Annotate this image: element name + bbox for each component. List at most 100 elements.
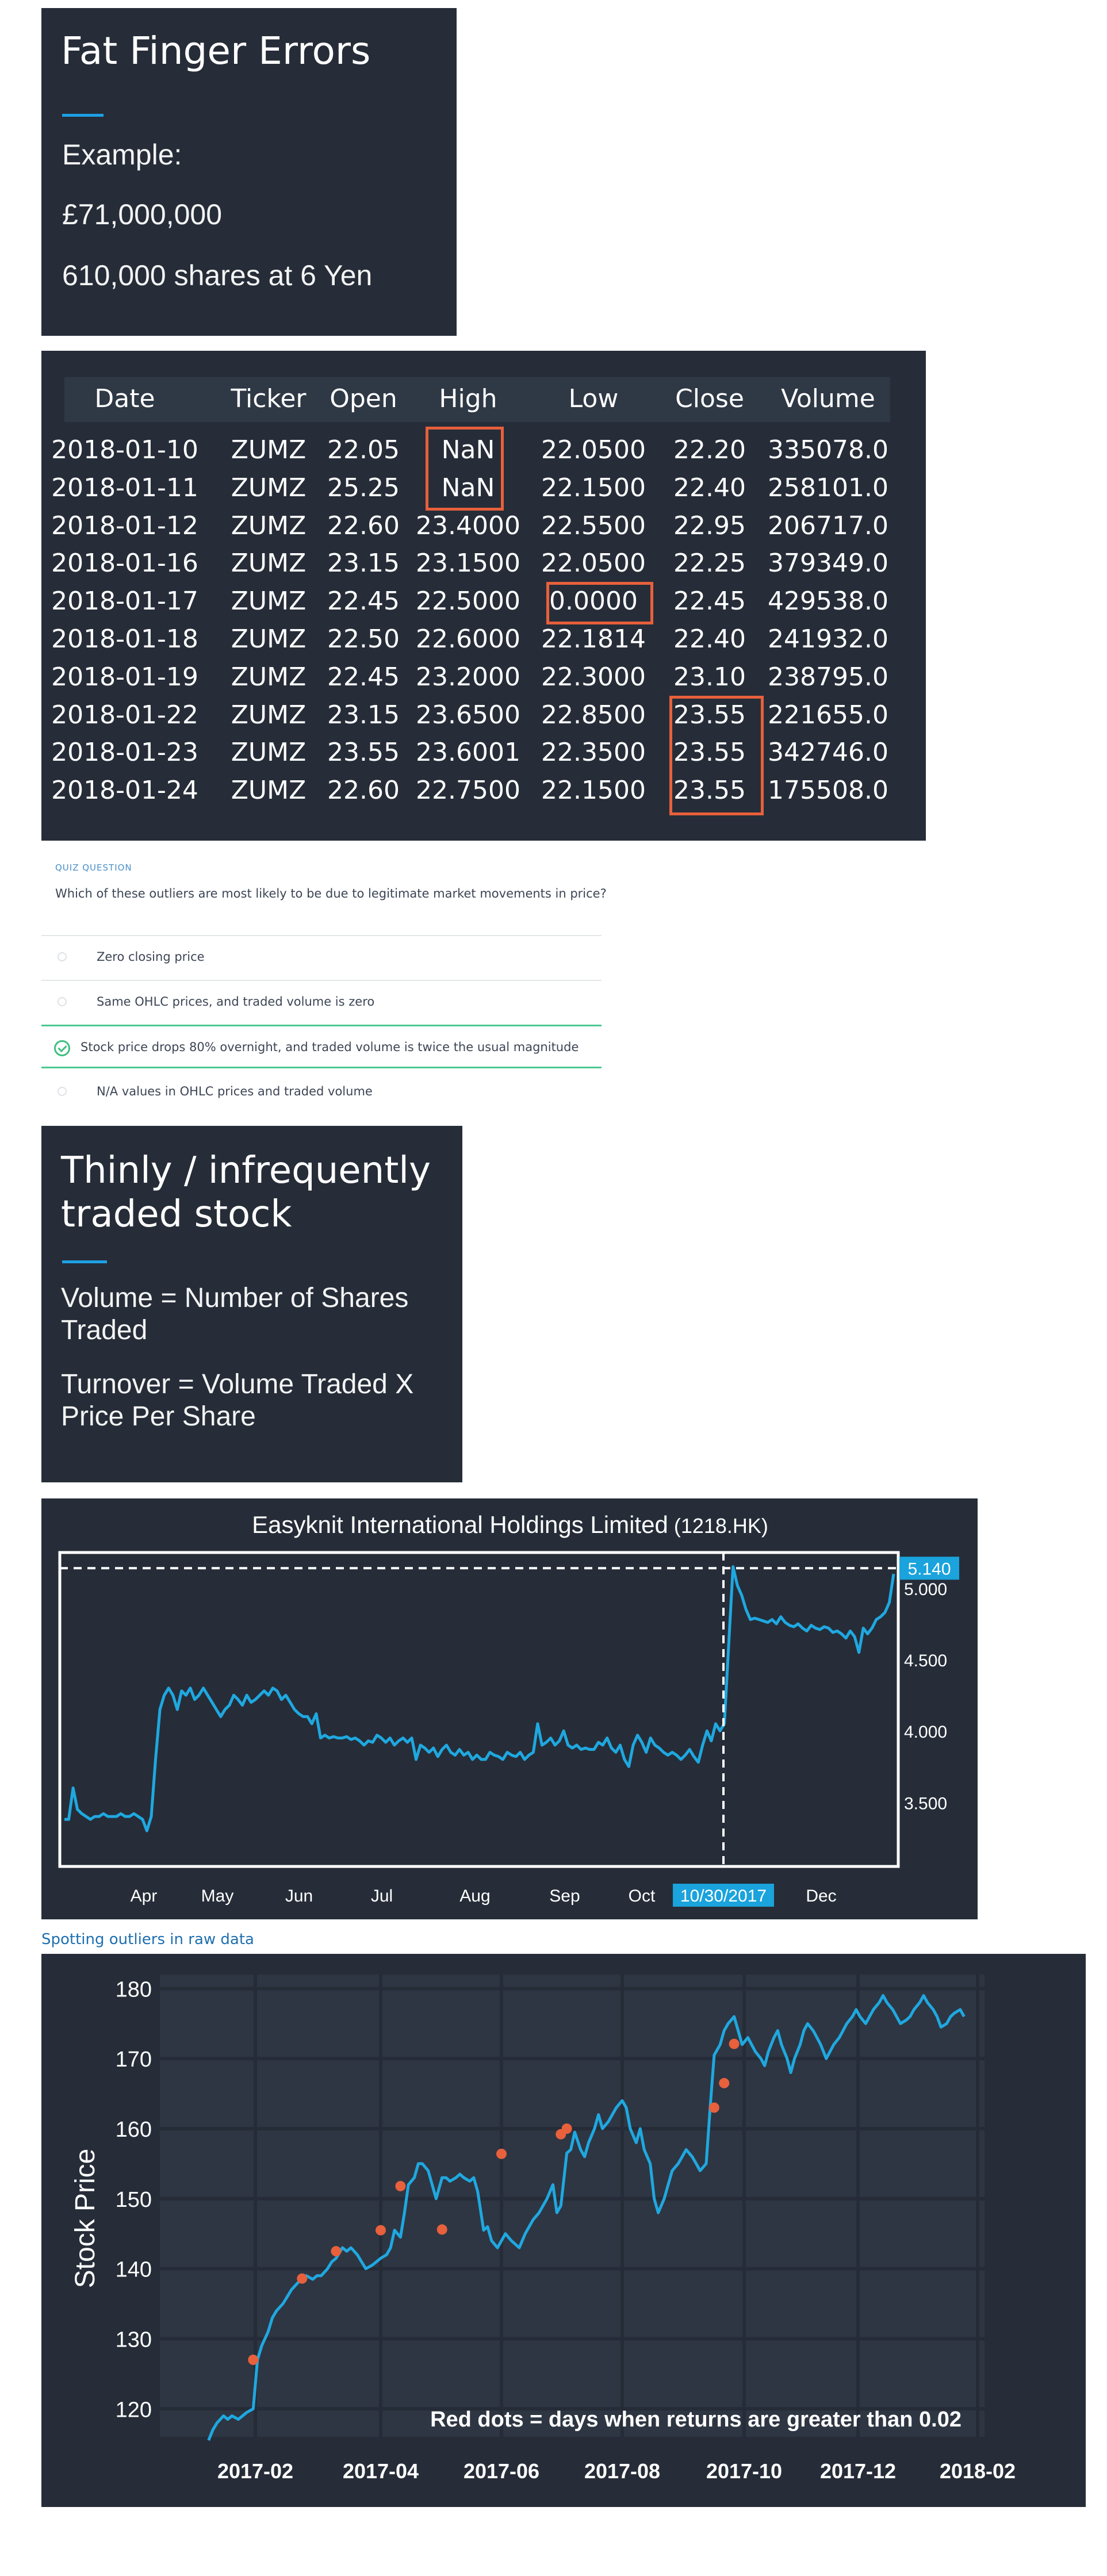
table-cell: 2018-01-22 bbox=[51, 700, 198, 730]
chart-title: Easyknit International Holdings Limited(… bbox=[252, 1511, 768, 1538]
x-tick-label: 2017-10 bbox=[706, 2459, 782, 2483]
price-line bbox=[64, 1565, 895, 1833]
quiz-option-text: Zero closing price bbox=[97, 950, 205, 964]
x-tick-label: Jul bbox=[371, 1887, 393, 1906]
slide-line-amount: £71,000,000 bbox=[62, 198, 223, 231]
zero-low-highlight-box bbox=[546, 582, 653, 624]
table-cell: 2018-01-11 bbox=[51, 473, 198, 503]
slide-title: Fat Finger Errors bbox=[61, 29, 371, 73]
x-tick-label: 2017-12 bbox=[820, 2459, 896, 2483]
outlier-dot bbox=[331, 2246, 342, 2257]
x-tick-label: 2017-06 bbox=[464, 2459, 539, 2483]
quiz-option-3-correct[interactable]: Stock price drops 80% overnight, and tra… bbox=[41, 1025, 602, 1068]
accent-line bbox=[62, 114, 104, 117]
x-tick-label: Oct bbox=[629, 1887, 656, 1906]
turnover-line-1: Turnover = Volume Traded X bbox=[61, 1369, 414, 1400]
y-tick-label: 4.000 bbox=[904, 1723, 947, 1742]
repeated-close-highlight-box bbox=[669, 696, 764, 815]
x-tick-label: 2018-02 bbox=[940, 2459, 1016, 2483]
radio-icon[interactable] bbox=[58, 952, 67, 961]
easyknit-price-chart: Easyknit International Holdings Limited(… bbox=[58, 1511, 959, 1907]
x-tick-label: Dec bbox=[806, 1887, 836, 1906]
check-circle-icon bbox=[54, 1040, 70, 1056]
table-cell: 2018-01-23 bbox=[51, 738, 198, 768]
outlier-chart-panel: 120 130 140 150 160 170 180 2017-02 2017-04 2017-… bbox=[41, 1954, 1086, 2507]
x-tick-label: 2017-08 bbox=[584, 2459, 660, 2483]
y-tick-label: 120 bbox=[116, 2398, 152, 2422]
table-cell: 335078.0 bbox=[768, 435, 888, 465]
outlier-dot bbox=[708, 2102, 719, 2113]
quiz-option-text: N/A values in OHLC prices and traded vol… bbox=[97, 1084, 373, 1098]
table-cell: 2018-01-10 bbox=[51, 435, 198, 465]
quiz-option-text: Stock price drops 80% overnight, and tra… bbox=[81, 1040, 579, 1054]
outlier-dot bbox=[297, 2273, 308, 2284]
volume-line-2: Traded bbox=[61, 1315, 148, 1346]
easyknit-chart-panel: Easyknit International Holdings Limited(… bbox=[41, 1498, 978, 1919]
table-cell: 175508.0 bbox=[768, 776, 888, 806]
table-cell: 2018-01-17 bbox=[51, 586, 198, 616]
chart-subtitle: (1218.HK) bbox=[674, 1514, 768, 1538]
volume-definition: Volume = Number of Shares Traded bbox=[61, 1282, 408, 1347]
table-cell: 221655.0 bbox=[768, 700, 888, 730]
table-cell: 342746.0 bbox=[768, 738, 888, 768]
plot-area bbox=[160, 1975, 985, 2437]
outlier-table-panel: Date Ticker Open High Low Close Volume 2018-01-… bbox=[41, 351, 926, 841]
fat-finger-slide: Fat Finger Errors Example: £71,000,000 6… bbox=[41, 8, 457, 336]
x-tick-label: Jun bbox=[285, 1887, 313, 1906]
x-tick-label: 10/30/2017 bbox=[680, 1887, 767, 1906]
price-readout-value: 5.140 bbox=[907, 1559, 951, 1578]
y-axis-label: Stock Price bbox=[70, 2149, 101, 2288]
table-cell: 379349.0 bbox=[768, 549, 888, 578]
y-tick-label: 150 bbox=[116, 2188, 152, 2212]
y-tick-label: 5.000 bbox=[904, 1580, 947, 1599]
x-tick-label: Aug bbox=[459, 1887, 490, 1906]
column-header: Date bbox=[94, 384, 155, 413]
x-tick-label: 2017-04 bbox=[343, 2459, 419, 2483]
volume-line-1: Volume = Number of Shares bbox=[61, 1283, 409, 1313]
turnover-definition: Turnover = Volume Traded X Price Per Sha… bbox=[61, 1368, 413, 1433]
table-cell: 2018-01-19 bbox=[51, 662, 198, 692]
table-cell: 429538.0 bbox=[768, 586, 888, 616]
outlier-dot bbox=[395, 2180, 406, 2191]
table-cell: 2018-01-12 bbox=[51, 511, 198, 540]
y-tick-label: 4.500 bbox=[904, 1651, 947, 1670]
y-tick-label: 170 bbox=[116, 2048, 152, 2072]
table-cell: 2018-01-18 bbox=[51, 624, 198, 654]
slide-line-example: Example: bbox=[62, 139, 182, 171]
outlier-dot bbox=[729, 2038, 740, 2049]
outlier-dot bbox=[496, 2148, 507, 2159]
outlier-dot bbox=[561, 2123, 572, 2134]
y-tick-label: 140 bbox=[116, 2258, 152, 2282]
outlier-dot bbox=[719, 2077, 730, 2088]
stock-price-outlier-chart: 120 130 140 150 160 170 180 2017-02 2017-04 2017-… bbox=[70, 1975, 1016, 2483]
table-cell: 241932.0 bbox=[768, 624, 888, 654]
x-tick-label: Sep bbox=[549, 1887, 580, 1906]
chart-annotation: Red dots = days when returns are greater… bbox=[430, 2408, 962, 2432]
quiz-question: Which of these outliers are most likely … bbox=[55, 887, 607, 900]
radio-icon[interactable] bbox=[58, 1087, 67, 1096]
column-header: Volume bbox=[781, 384, 875, 413]
outlier-dot bbox=[248, 2355, 259, 2365]
slide-title: Thinly / infrequently traded stock bbox=[61, 1149, 431, 1236]
table-cell: 206717.0 bbox=[768, 511, 888, 540]
y-tick-label: 130 bbox=[116, 2328, 152, 2352]
accent-line bbox=[62, 1260, 107, 1263]
quiz-option-1[interactable]: Zero closing price bbox=[41, 935, 602, 979]
y-tick-label: 160 bbox=[116, 2118, 152, 2142]
nan-highlight-box bbox=[426, 427, 504, 511]
chart-title-text: Easyknit International Holdings Limited bbox=[252, 1511, 668, 1538]
quiz-option-text: Same OHLC prices, and traded volume is z… bbox=[97, 995, 375, 1009]
quiz-option-2[interactable]: Same OHLC prices, and traded volume is z… bbox=[41, 980, 602, 1023]
quiz-option-4[interactable]: N/A values in OHLC prices and traded vol… bbox=[41, 1071, 602, 1114]
plot-frame bbox=[58, 1551, 900, 1868]
quiz-label: QUIZ QUESTION bbox=[55, 862, 132, 873]
x-tick-label: May bbox=[201, 1887, 234, 1906]
table-cell: 238795.0 bbox=[768, 662, 888, 692]
radio-icon[interactable] bbox=[58, 997, 67, 1006]
thinly-traded-slide: Thinly / infrequently traded stock Volum… bbox=[41, 1126, 462, 1482]
x-tick-label: 2017-02 bbox=[217, 2459, 293, 2483]
table-cell: 2018-01-16 bbox=[51, 549, 198, 578]
y-tick-label: 3.500 bbox=[904, 1794, 947, 1813]
y-tick-label: 180 bbox=[116, 1977, 152, 2002]
slide-title-line-2: traded stock bbox=[61, 1193, 292, 1236]
